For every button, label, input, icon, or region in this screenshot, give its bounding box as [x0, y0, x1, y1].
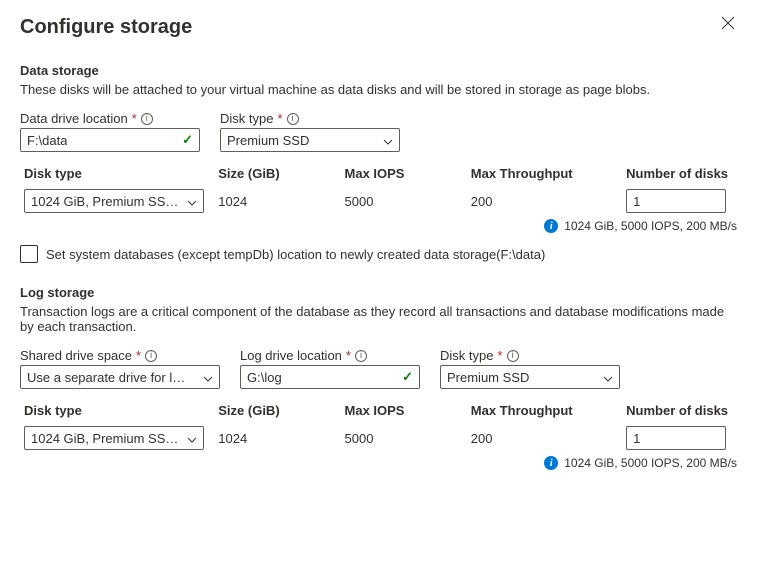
log-table-header: Disk type Size (GiB) Max IOPS Max Throug…: [20, 403, 737, 426]
data-num-disks-input[interactable]: 1: [626, 189, 726, 213]
data-row-disk-select[interactable]: 1024 GiB, Premium SSD...: [24, 189, 204, 213]
check-icon: ✓: [182, 132, 193, 148]
data-drive-location-label: Data drive location* i: [20, 111, 200, 126]
data-row-iops: 5000: [345, 194, 471, 209]
page-title: Configure storage: [20, 16, 192, 39]
log-num-disks-input[interactable]: 1: [626, 426, 726, 450]
data-storage-desc: These disks will be attached to your vir…: [20, 82, 737, 97]
log-disk-type-select[interactable]: Premium SSD: [440, 365, 620, 389]
data-drive-location-select[interactable]: F:\data ✓: [20, 128, 200, 152]
check-icon: ✓: [402, 369, 413, 385]
system-db-checkbox-label: Set system databases (except tempDb) loc…: [46, 247, 545, 262]
log-row-disk-select[interactable]: 1024 GiB, Premium SSD...: [24, 426, 204, 450]
shared-drive-select[interactable]: Use a separate drive for lo...: [20, 365, 220, 389]
data-row-size: 1024: [218, 194, 344, 209]
system-db-checkbox[interactable]: [20, 245, 38, 263]
chevron-down-icon: [603, 372, 613, 382]
data-storage-heading: Data storage: [20, 63, 737, 78]
log-storage-hint: 1024 GiB, 5000 IOPS, 200 MB/s: [564, 456, 737, 470]
info-icon[interactable]: i: [287, 113, 299, 125]
info-icon[interactable]: i: [355, 350, 367, 362]
log-table-row: 1024 GiB, Premium SSD... 1024 5000 200 1: [20, 426, 737, 450]
chevron-down-icon: [187, 196, 197, 206]
data-disk-type-select[interactable]: Premium SSD: [220, 128, 400, 152]
info-icon: i: [544, 219, 558, 233]
log-row-throughput: 200: [471, 431, 626, 446]
info-icon[interactable]: i: [507, 350, 519, 362]
chevron-down-icon: [383, 135, 393, 145]
close-icon: [721, 16, 735, 30]
log-drive-location-select[interactable]: G:\log ✓: [240, 365, 420, 389]
data-disk-type-label: Disk type* i: [220, 111, 400, 126]
log-drive-location-label: Log drive location* i: [240, 348, 420, 363]
close-button[interactable]: [721, 16, 737, 32]
info-icon[interactable]: i: [141, 113, 153, 125]
log-disk-type-label: Disk type* i: [440, 348, 620, 363]
data-row-throughput: 200: [471, 194, 626, 209]
chevron-down-icon: [203, 372, 213, 382]
log-row-iops: 5000: [345, 431, 471, 446]
data-storage-hint: 1024 GiB, 5000 IOPS, 200 MB/s: [564, 219, 737, 233]
log-storage-heading: Log storage: [20, 285, 737, 300]
data-table-header: Disk type Size (GiB) Max IOPS Max Throug…: [20, 166, 737, 189]
shared-drive-label: Shared drive space* i: [20, 348, 220, 363]
chevron-down-icon: [187, 433, 197, 443]
info-icon[interactable]: i: [145, 350, 157, 362]
log-storage-desc: Transaction logs are a critical componen…: [20, 304, 737, 334]
data-table-row: 1024 GiB, Premium SSD... 1024 5000 200 1: [20, 189, 737, 213]
log-row-size: 1024: [218, 431, 344, 446]
info-icon: i: [544, 456, 558, 470]
